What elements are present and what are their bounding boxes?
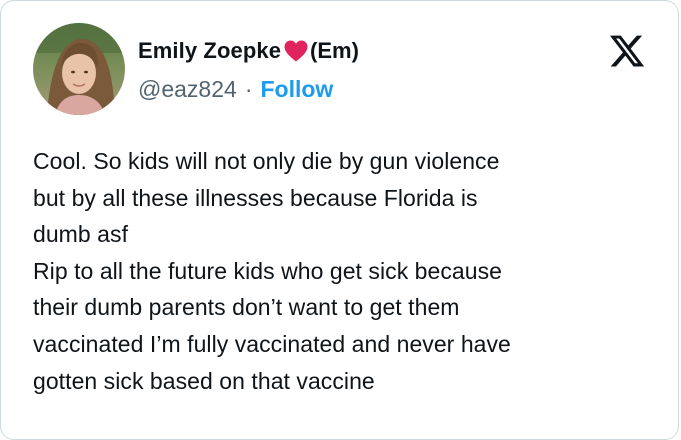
tweet-card[interactable]: Emily Zoepke (Em) @eaz824 · Follow Cool.…: [0, 0, 679, 440]
avatar-photo: [33, 23, 125, 115]
tweet-line: dumb asf: [33, 221, 129, 248]
author-name[interactable]: Emily Zoepke (Em): [138, 35, 359, 67]
tweet-line: but by all these illnesses because Flori…: [33, 184, 478, 211]
tweet-line: Rip to all the future kids who get sick …: [33, 257, 502, 284]
nickname: (Em): [310, 38, 359, 63]
tweet-line: vaccinated I’m fully vaccinated and neve…: [33, 330, 511, 357]
separator-dot: ·: [244, 75, 253, 102]
tweet-line: their dumb parents don’t want to get the…: [33, 294, 460, 321]
tweet-line: Cool. So kids will not only die by gun v…: [33, 148, 500, 174]
x-logo-icon[interactable]: [608, 32, 646, 70]
display-name: Emily Zoepke: [138, 38, 282, 63]
follow-button[interactable]: Follow: [260, 76, 333, 103]
author-handle[interactable]: @eaz824: [138, 76, 237, 103]
red-heart-icon: [283, 39, 309, 63]
avatar[interactable]: [33, 23, 125, 115]
tweet-text: Cool. So kids will not only die by gun v…: [33, 143, 661, 399]
handle-row: @eaz824 · Follow: [138, 73, 333, 105]
tweet-line: gotten sick based on that vaccine: [33, 367, 375, 394]
